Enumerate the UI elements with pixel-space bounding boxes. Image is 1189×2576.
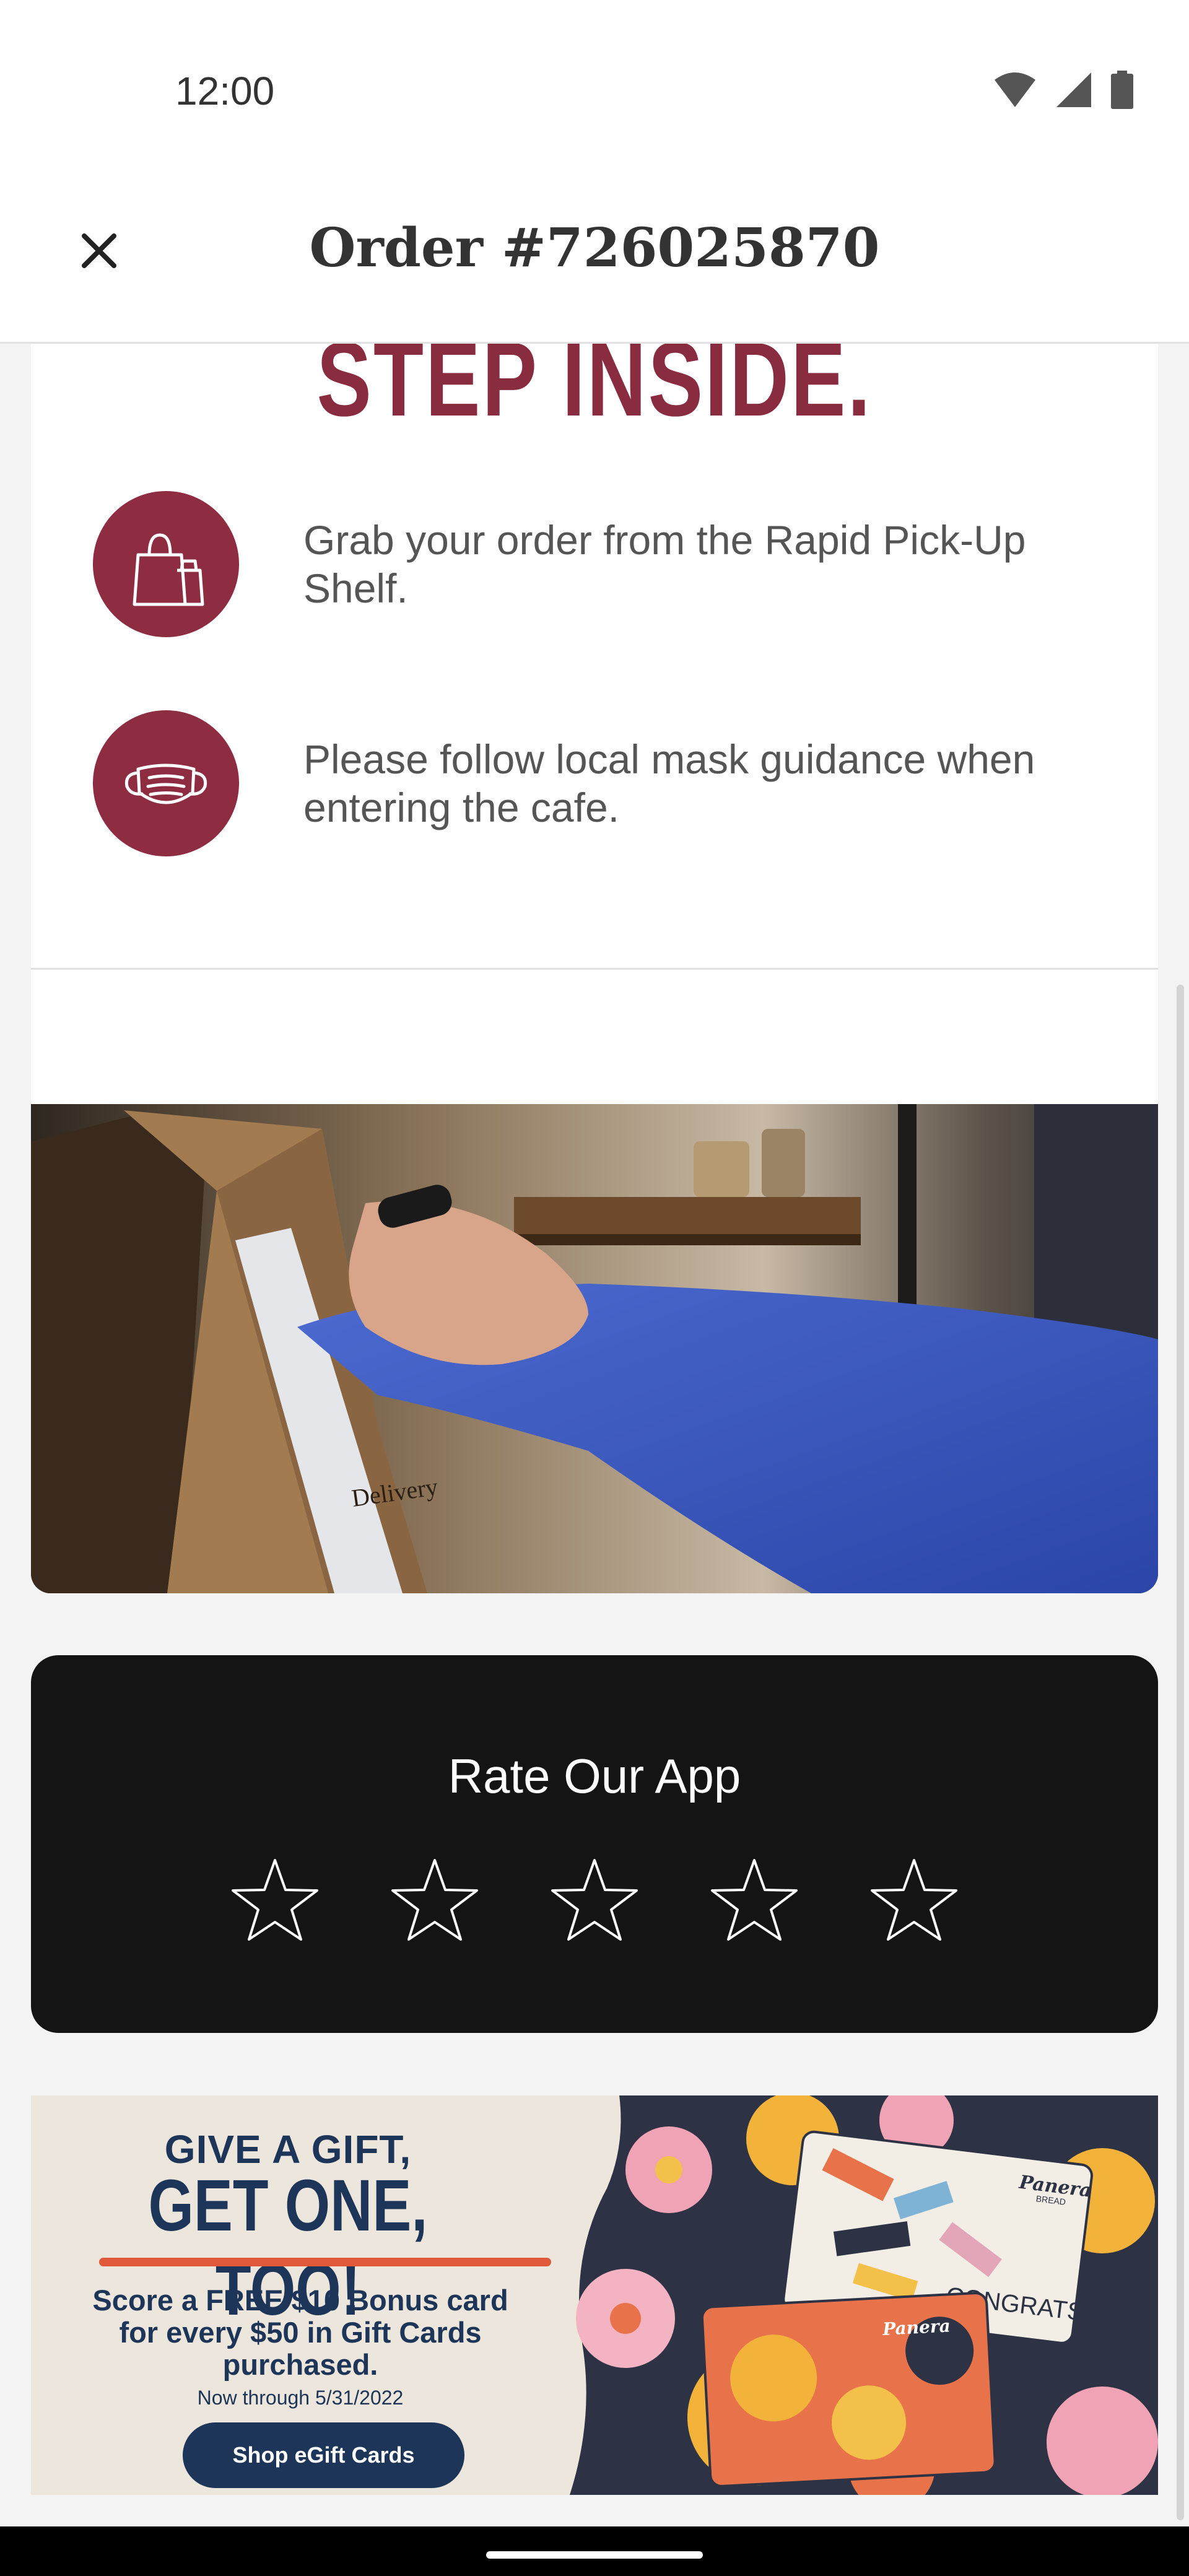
spacer-panel: [31, 970, 1158, 1104]
step-pickup-text: Grab your order from the Rapid Pick-Up S…: [303, 517, 1026, 611]
step-pickup-shelf: Grab your order from the Rapid Pick-Up S…: [93, 491, 1108, 637]
shop-egift-cards-button[interactable]: Shop eGift Cards: [183, 2422, 464, 2488]
star-1-icon[interactable]: [229, 1856, 321, 1943]
rate-app-card: Rate Our App: [31, 1655, 1158, 2033]
step-inside-title: STEP INSIDE.: [316, 344, 873, 438]
page-title: Order #726025870: [309, 217, 880, 279]
star-rating: [31, 1856, 1158, 1943]
rate-app-title: Rate Our App: [448, 1749, 741, 1803]
star-3-icon[interactable]: [549, 1856, 640, 1943]
pickup-photo: Delivery: [31, 1104, 1158, 1593]
home-gesture-handle[interactable]: [486, 2551, 703, 2559]
promo-date: Now through 5/31/2022: [197, 2387, 404, 2409]
card2-brand-text: Panera: [881, 2315, 951, 2339]
face-mask-icon: [93, 710, 239, 856]
step-mask-guidance: Please follow local mask guidance when e…: [93, 710, 1108, 856]
promo-artwork: Panera BREAD CONGRATS! Panera: [570, 2095, 1158, 2495]
battery-icon: [1111, 71, 1133, 109]
status-time: 12:00: [175, 69, 275, 113]
step-mask-text: Please follow local mask guidance when e…: [303, 736, 1035, 830]
wifi-icon: [995, 72, 1035, 107]
star-4-icon[interactable]: [708, 1856, 800, 1943]
order-content[interactable]: STEP INSIDE. Grab your order from the Ra…: [0, 344, 1189, 2526]
promo-body: Score a FREE $10 Bonus card for every $5…: [92, 2284, 508, 2381]
step-inside-card: STEP INSIDE. Grab your order from the Ra…: [31, 344, 1158, 970]
status-bar: 12:00: [0, 0, 1189, 186]
scrollbar[interactable]: [1177, 985, 1184, 2520]
pickup-photo-image: Delivery: [31, 1104, 1158, 1593]
status-icons: [993, 68, 1133, 111]
cellular-signal-icon: [1056, 72, 1091, 107]
shopping-bags-icon: [93, 491, 239, 637]
promo-underline: [99, 2258, 551, 2266]
app-header: Order #726025870: [0, 186, 1189, 344]
star-2-icon[interactable]: [389, 1856, 481, 1943]
system-nav-bar: [0, 2526, 1189, 2576]
gift-card-promo[interactable]: Panera BREAD CONGRATS! Panera GIVE A GIF…: [31, 2095, 1158, 2495]
star-5-icon[interactable]: [868, 1856, 960, 1943]
